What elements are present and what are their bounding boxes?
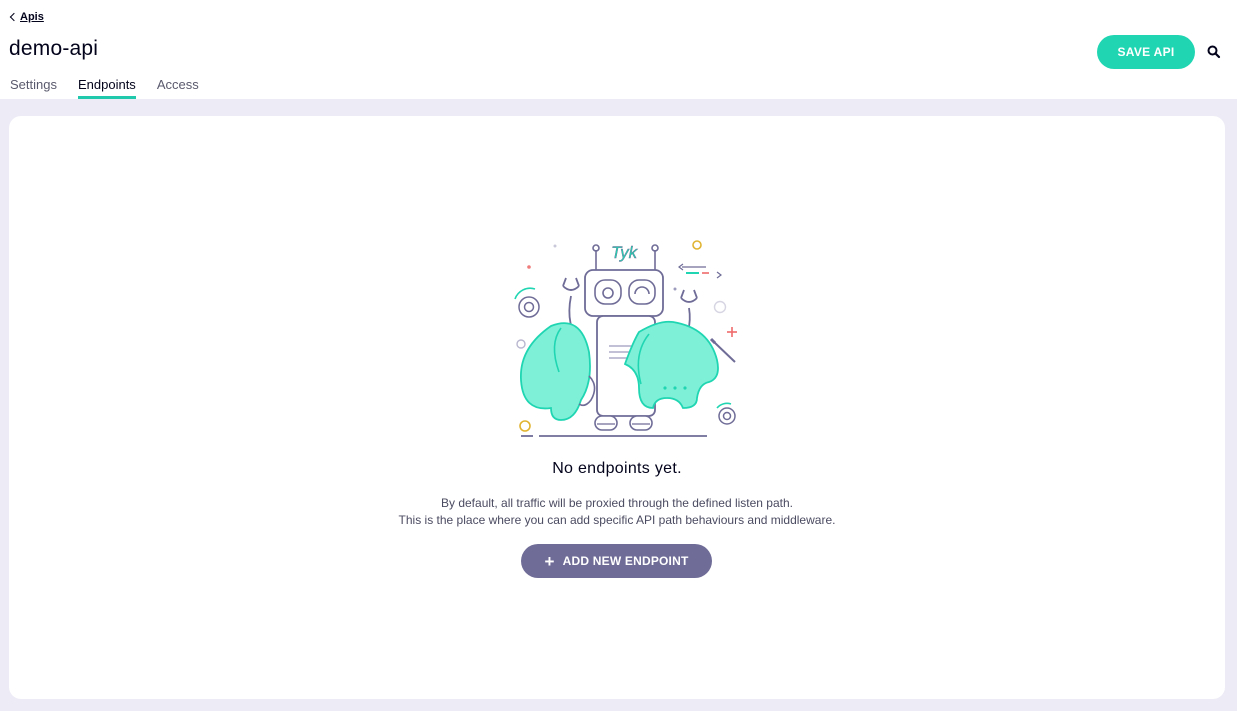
tab-bar: Settings Endpoints Access [10,77,220,99]
endpoints-empty-card: Tyk No endpoints yet. By default, all tr… [9,116,1225,699]
add-new-endpoint-label: ADD NEW ENDPOINT [562,554,689,568]
tyk-logo-text: Tyk [611,243,639,262]
tab-access[interactable]: Access [157,77,199,99]
back-link[interactable]: Apis [9,11,44,23]
empty-state-description: By default, all traffic will be proxied … [9,495,1225,529]
plus-icon: + [544,551,555,571]
back-link-label: Apis [20,11,44,23]
empty-state-title: No endpoints yet. [552,460,682,477]
header: Apis demo-api Settings Endpoints Access … [0,0,1237,99]
empty-state-description-line-1: By default, all traffic will be proxied … [441,496,793,510]
search-icon[interactable] [1206,44,1222,60]
tab-endpoints[interactable]: Endpoints [77,77,136,99]
add-new-endpoint-button[interactable]: + ADD NEW ENDPOINT [521,544,712,578]
page-title: demo-api [9,37,99,60]
save-api-button[interactable]: SAVE API [1097,35,1195,69]
empty-state-description-line-2: This is the place where you can add spec… [398,513,836,527]
tab-settings[interactable]: Settings [10,77,57,99]
robot-elephants-illustration: Tyk [499,236,759,451]
chevron-left-icon [9,12,19,22]
